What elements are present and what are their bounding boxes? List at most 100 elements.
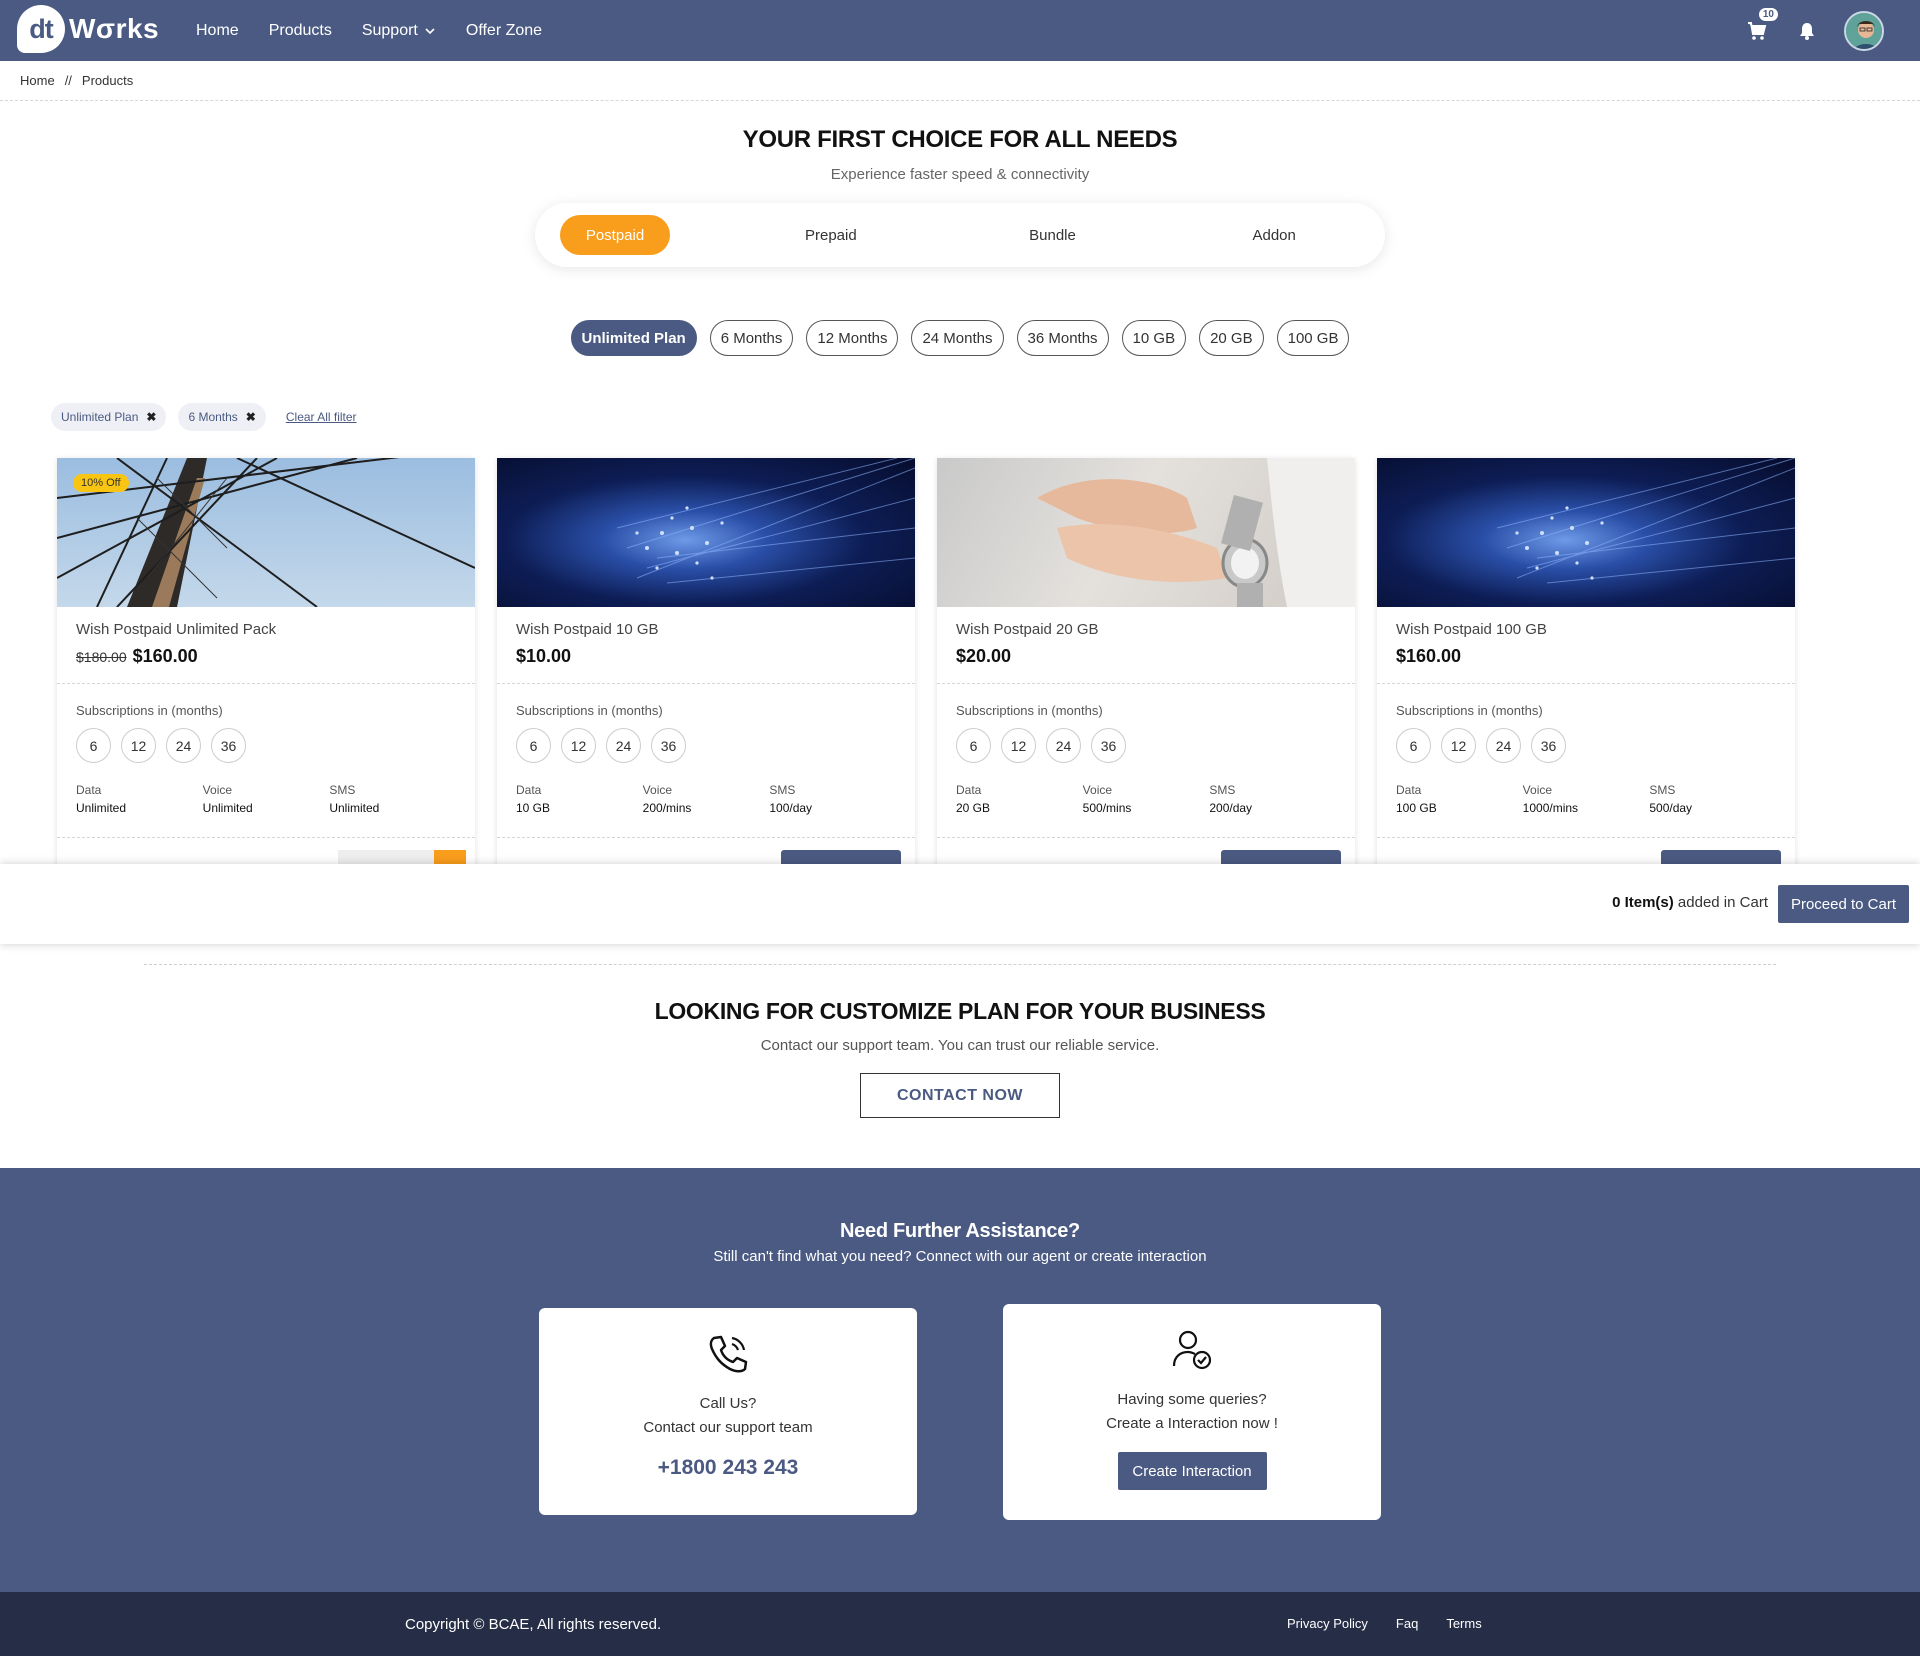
spec-label: Data [1396,783,1422,797]
tab-addon[interactable]: Addon [1163,227,1385,244]
spec-label: Voice [202,783,233,797]
avatar-image [1846,12,1882,49]
subscription-section: Subscriptions in (months) 6 12 24 36 Dat… [1377,684,1795,838]
subscription-option[interactable]: 12 [121,728,156,763]
contact-now-button[interactable]: CONTACT NOW [860,1073,1060,1118]
spec-label: Data [956,783,982,797]
proceed-to-cart-button[interactable]: Proceed to Cart [1778,885,1909,923]
product-current-price: $160.00 [1396,646,1462,666]
subscription-option[interactable]: 12 [1441,728,1476,763]
breadcrumb-divider [0,100,1920,101]
filter-6-months[interactable]: 6 Months [709,320,794,356]
interaction-line1: Having some queries? [1117,1391,1267,1408]
footer-links: Privacy Policy Faq Terms [1287,1616,1482,1631]
subscription-option[interactable]: 24 [1486,728,1521,763]
product-card: Wish Postpaid 20 GB $20.00 Subscriptions… [937,458,1355,868]
spec-voice: Voice 500/mins [1083,783,1210,815]
plan-specs: Data 10 GB Voice 200/mins SMS 100/day [516,783,896,815]
subscription-option[interactable]: 6 [956,728,991,763]
spec-data: Data 10 GB [516,783,643,815]
breadcrumb-home[interactable]: Home [20,73,55,88]
nav-offer-zone[interactable]: Offer Zone [466,22,542,40]
filter-12-months[interactable]: 12 Months [806,320,899,356]
product-card: Wish Postpaid 10 GB $10.00 Subscriptions… [497,458,915,868]
assistance-subtitle: Still can't find what you need? Connect … [713,1248,1207,1265]
assistance-section: Need Further Assistance? Still can't fin… [0,1168,1920,1592]
spec-value: 200/day [1209,801,1253,815]
subscription-option[interactable]: 6 [516,728,551,763]
plan-type-tabs: Postpaid Prepaid Bundle Addon [535,203,1385,267]
support-phone-number[interactable]: +1800 243 243 [539,1456,917,1480]
subscription-option[interactable]: 12 [561,728,596,763]
product-price: $160.00 [1396,646,1776,667]
spec-label: SMS [1649,783,1676,797]
assistance-title: Need Further Assistance? [840,1220,1080,1242]
filter-20-gb[interactable]: 20 GB [1199,320,1264,356]
subscription-option[interactable]: 24 [1046,728,1081,763]
nav-support[interactable]: Support [362,22,436,40]
subscription-option[interactable]: 36 [651,728,686,763]
cart-button[interactable]: 10 [1744,7,1778,44]
nav-products[interactable]: Products [269,22,332,40]
notifications-button[interactable] [1796,20,1818,42]
product-image [1377,458,1795,607]
filter-24-months[interactable]: 24 Months [911,320,1004,356]
spec-value: Unlimited [202,801,253,815]
subscription-option[interactable]: 36 [1531,728,1566,763]
subscription-option[interactable]: 6 [76,728,111,763]
spec-value: 100 GB [1396,801,1437,815]
spec-value: 500/mins [1082,801,1132,815]
breadcrumb-current: Products [81,73,134,88]
user-check-icon [1170,1328,1214,1372]
terms-link[interactable]: Terms [1446,1616,1481,1631]
subscription-option[interactable]: 36 [211,728,246,763]
subscription-option[interactable]: 24 [166,728,201,763]
active-filter-label: 6 Months [188,410,238,424]
nav-actions: 10 [1744,0,1884,61]
spec-value: Unlimited [329,801,380,815]
filter-10-gb[interactable]: 10 GB [1121,320,1187,356]
subscription-label: Subscriptions in (months) [1396,703,1543,718]
active-filter-chip: 6 Months ✖ [178,403,266,431]
faq-link[interactable]: Faq [1396,1616,1418,1631]
user-avatar[interactable] [1844,10,1884,51]
subscription-option[interactable]: 6 [1396,728,1431,763]
product-cards: 10% Off Wish Postpaid Unlimited Pack $18… [57,458,1795,868]
privacy-policy-link[interactable]: Privacy Policy [1287,1616,1368,1631]
product-card: Wish Postpaid 100 GB $160.00 Subscriptio… [1377,458,1795,868]
call-us-line2: Contact our support team [643,1419,813,1436]
plan-specs: Data 20 GB Voice 500/mins SMS 200/day [956,783,1336,815]
subscription-options: 6 12 24 36 [956,728,1336,763]
subscription-section: Subscriptions in (months) 6 12 24 36 Dat… [937,684,1355,838]
cart-summary: 0 Item(s) added in Cart [1612,894,1768,911]
subscription-option[interactable]: 12 [1001,728,1036,763]
subscription-option[interactable]: 24 [606,728,641,763]
breadcrumb-separator: // [64,73,72,88]
subscription-options: 6 12 24 36 [1396,728,1776,763]
cart-summary-suffix: added in Cart [1673,894,1768,911]
spec-voice: Voice 200/mins [643,783,770,815]
remove-filter-icon[interactable]: ✖ [246,410,256,424]
cart-icon [1748,21,1767,40]
spec-value: 100/day [769,801,813,815]
subscription-label: Subscriptions in (months) [956,703,1103,718]
filter-100-gb[interactable]: 100 GB [1276,320,1350,356]
clear-all-filter-link[interactable]: Clear All filter [286,410,357,424]
remove-filter-icon[interactable]: ✖ [146,410,156,424]
subscription-option[interactable]: 36 [1091,728,1126,763]
filter-unlimited-plan[interactable]: Unlimited Plan [570,320,697,356]
tab-bundle[interactable]: Bundle [942,227,1164,244]
tab-postpaid[interactable]: Postpaid [560,215,670,255]
spec-value: 1000/mins [1522,801,1579,815]
brand-logo[interactable]: dt Wσrks [17,5,159,53]
create-interaction-button[interactable]: Create Interaction [1117,1452,1267,1490]
spec-data: Data 20 GB [956,783,1083,815]
nav-home[interactable]: Home [196,22,239,40]
active-filters: Unlimited Plan ✖ 6 Months ✖ Clear All fi… [51,403,357,431]
tab-prepaid[interactable]: Prepaid [720,227,942,244]
business-title: LOOKING FOR CUSTOMIZE PLAN FOR YOUR BUSI… [654,998,1266,1024]
phone-icon [706,1332,750,1376]
filter-36-months[interactable]: 36 Months [1016,320,1109,356]
hands-illustration [1037,458,1355,607]
product-name: Wish Postpaid 20 GB [956,621,1099,638]
